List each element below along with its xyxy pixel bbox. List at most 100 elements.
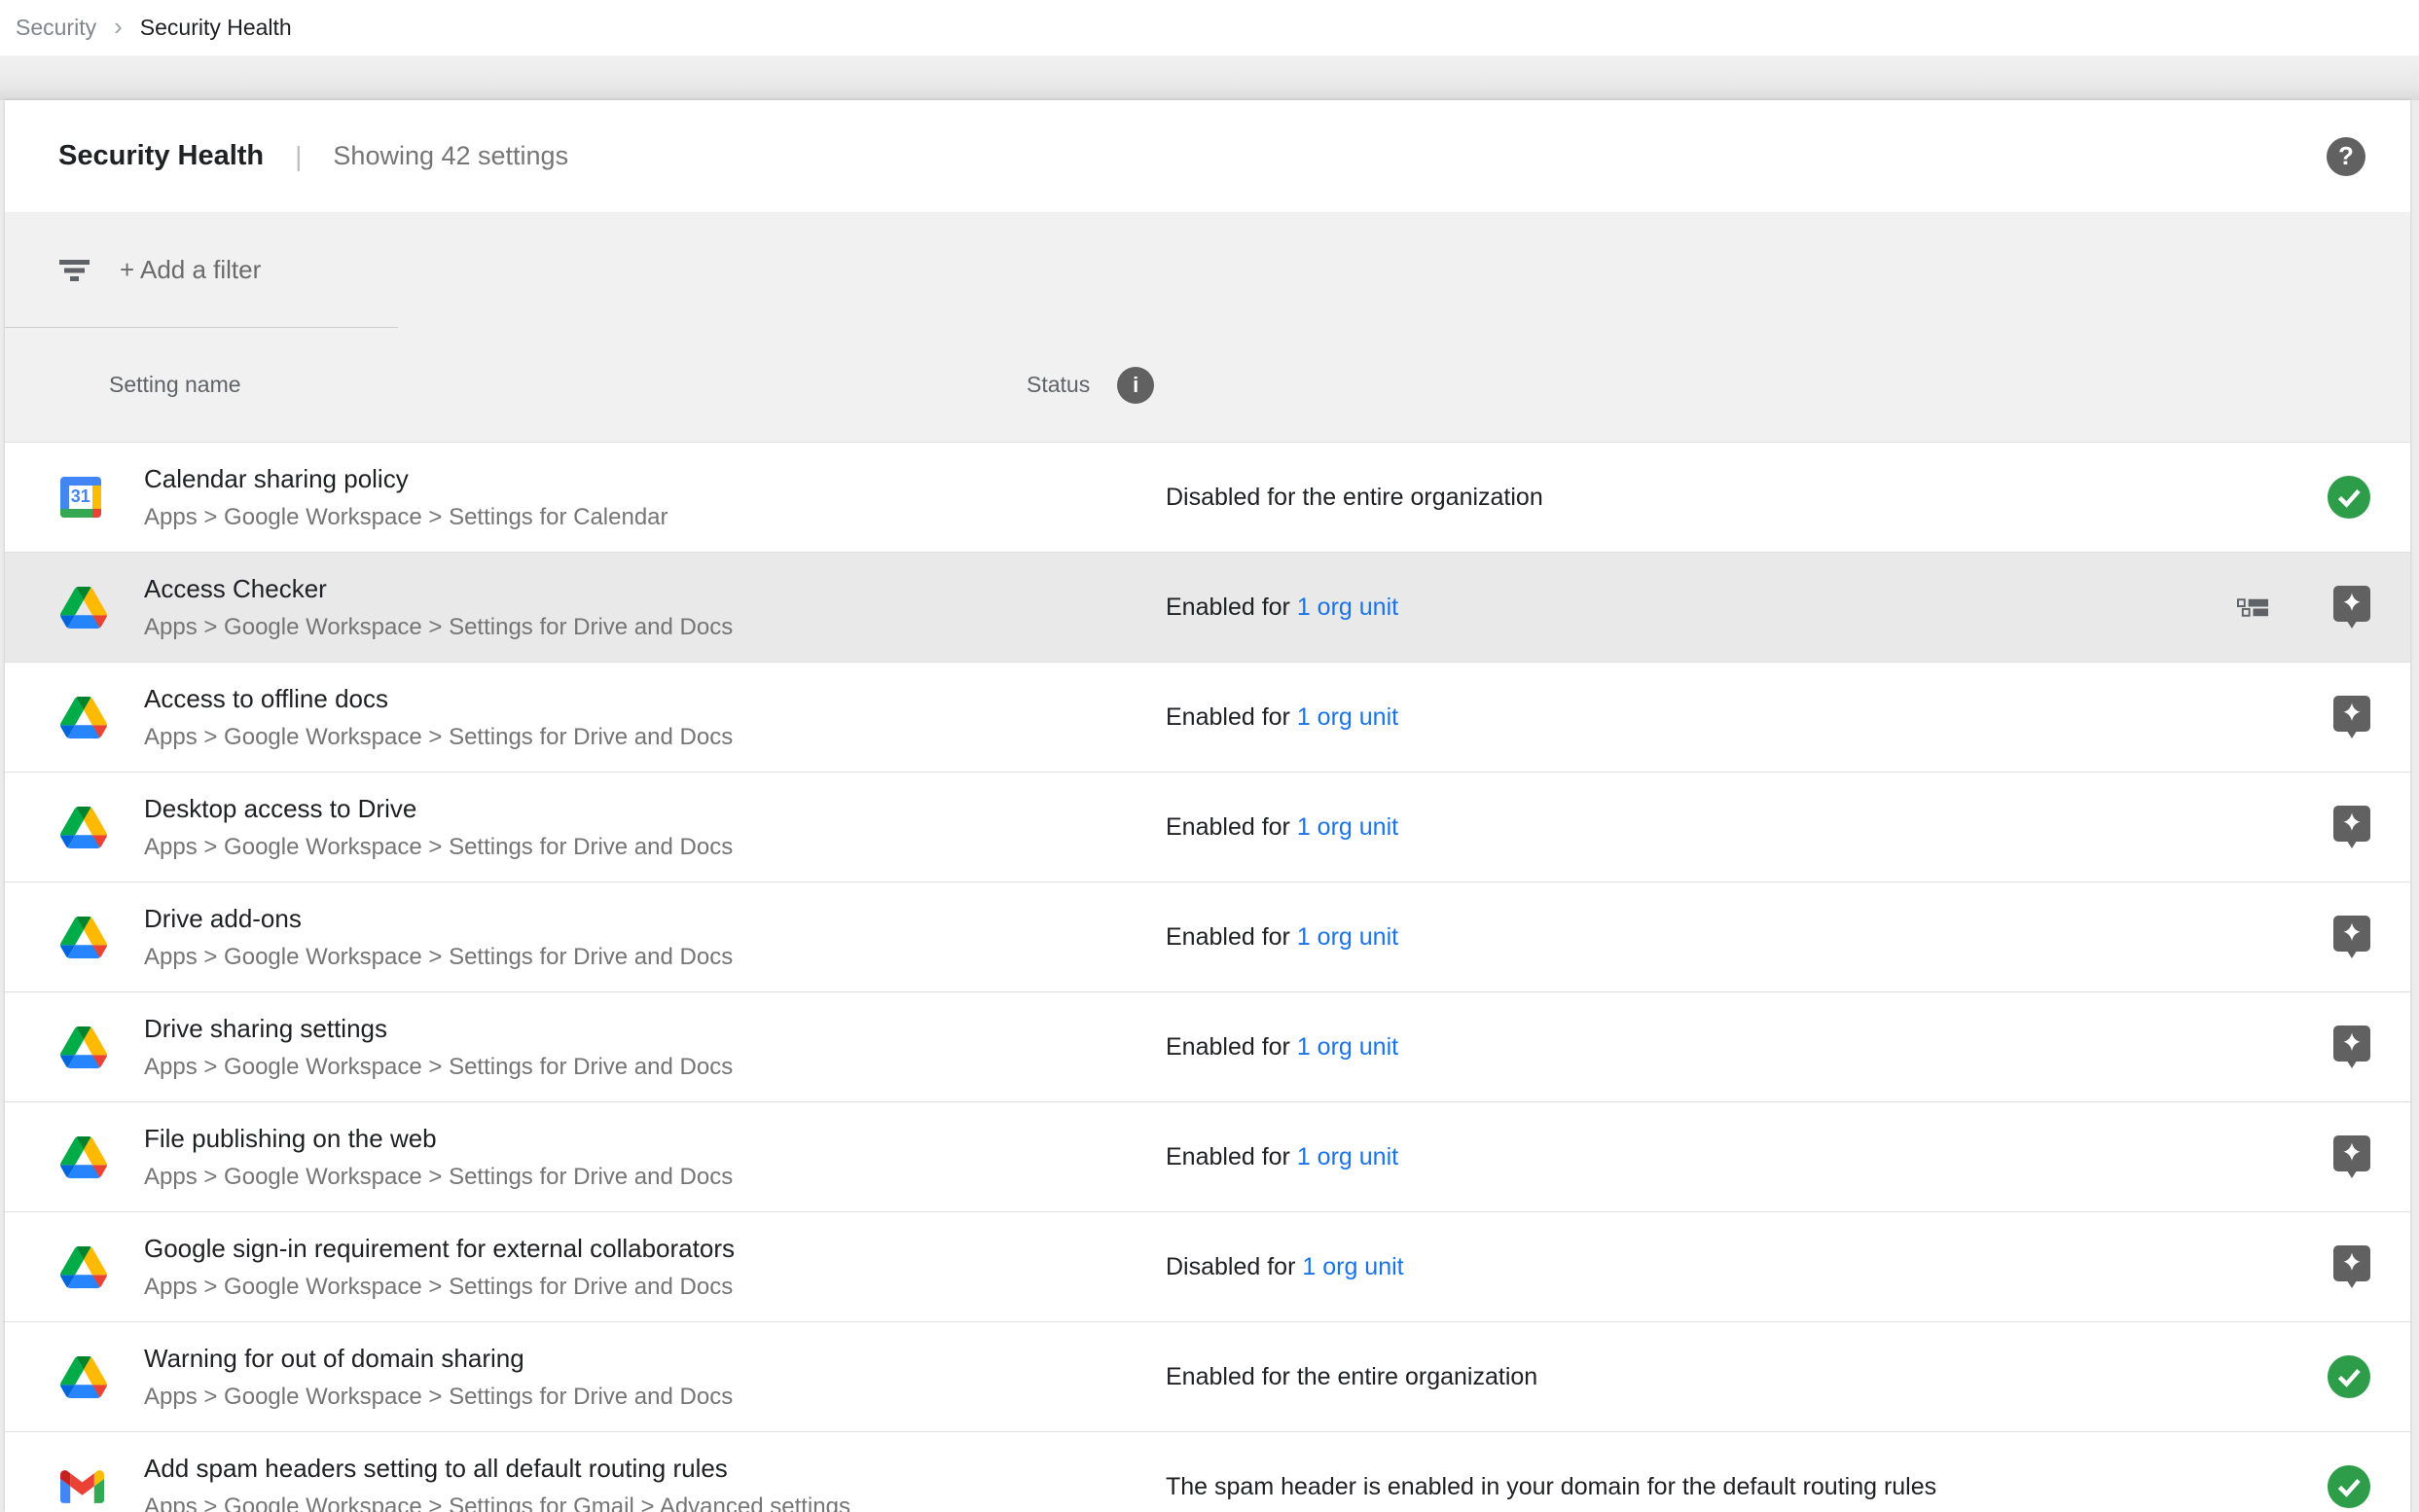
google-drive-icon bbox=[60, 1246, 107, 1288]
table-header: Setting name Status i bbox=[5, 328, 2410, 443]
setting-app-icon-cell: 31 bbox=[5, 587, 144, 629]
status-text: Enabled for the entire organization bbox=[1166, 1363, 1537, 1390]
org-unit-link[interactable]: 1 org unit bbox=[1297, 813, 1398, 841]
setting-name-cell: File publishing on the web Apps > Google… bbox=[144, 1122, 1166, 1193]
setting-status: Enabled for 1 org unit bbox=[1166, 813, 2333, 842]
setting-actions-cell bbox=[2237, 586, 2410, 630]
security-health-page: Security › Security Health Security Heal… bbox=[0, 0, 2419, 1512]
google-drive-icon bbox=[60, 1136, 107, 1178]
setting-row[interactable]: 31 Access to offline docs Apps > Google … bbox=[5, 663, 2410, 773]
setting-name: Drive add-ons bbox=[144, 902, 1166, 935]
setting-status: Enabled for 1 org unit bbox=[1166, 703, 2333, 732]
setting-path: Apps > Google Workspace > Settings for D… bbox=[144, 1272, 1166, 1303]
recommendation-badge-icon[interactable] bbox=[2333, 916, 2370, 959]
org-unit-link[interactable]: 1 org unit bbox=[1297, 703, 1398, 731]
org-unit-link[interactable]: 1 org unit bbox=[1297, 1033, 1398, 1061]
org-unit-link[interactable]: 1 org unit bbox=[1297, 594, 1398, 621]
setting-name: Drive sharing settings bbox=[144, 1012, 1166, 1045]
setting-app-icon-cell: 31 bbox=[5, 1356, 144, 1398]
status-text: Disabled for bbox=[1166, 1253, 1302, 1280]
status-ok-check-icon bbox=[2328, 1465, 2370, 1508]
setting-row[interactable]: 31 Warning for out of domain sharing App… bbox=[5, 1322, 2410, 1432]
setting-app-icon-cell: 31 bbox=[5, 1246, 144, 1288]
setting-row[interactable]: 31 Drive add-ons Apps > Google Workspace… bbox=[5, 882, 2410, 992]
recommendation-badge-icon[interactable] bbox=[2333, 1245, 2370, 1289]
setting-status: Enabled for 1 org unit bbox=[1166, 594, 2237, 622]
setting-name-cell: Desktop access to Drive Apps > Google Wo… bbox=[144, 792, 1166, 863]
calendar-icon-part bbox=[92, 486, 101, 509]
google-drive-icon bbox=[60, 697, 107, 738]
setting-actions-cell bbox=[2333, 916, 2410, 959]
setting-app-icon-cell: 31 bbox=[5, 1470, 144, 1503]
column-header-status: Status i bbox=[1027, 367, 1154, 404]
status-text: Enabled for bbox=[1166, 594, 1297, 621]
setting-path: Apps > Google Workspace > Settings for D… bbox=[144, 942, 1166, 973]
page-title: Security Health bbox=[58, 140, 264, 172]
setting-row[interactable]: 31 Drive sharing settings Apps > Google … bbox=[5, 992, 2410, 1102]
filter-bar: + Add a filter bbox=[5, 212, 2410, 328]
org-unit-link[interactable]: 1 org unit bbox=[1297, 923, 1398, 951]
setting-actions-cell bbox=[2328, 476, 2410, 519]
setting-name-cell: Access to offline docs Apps > Google Wor… bbox=[144, 682, 1166, 753]
recommendation-badge-icon[interactable] bbox=[2333, 696, 2370, 739]
setting-status: Enabled for the entire organization bbox=[1166, 1363, 2328, 1391]
breadcrumb-chevron-icon: › bbox=[114, 14, 123, 43]
setting-name-cell: Calendar sharing policy Apps > Google Wo… bbox=[144, 462, 1166, 533]
setting-path: Apps > Google Workspace > Settings for D… bbox=[144, 832, 1166, 863]
google-drive-icon bbox=[60, 1026, 107, 1068]
setting-row[interactable]: 31 File publishing on the web Apps > Goo… bbox=[5, 1102, 2410, 1212]
card-header: Security Health | Showing 42 settings ? bbox=[5, 100, 2410, 212]
status-ok-check-icon bbox=[2328, 476, 2370, 519]
page-background-strip bbox=[0, 55, 2419, 100]
recommendation-badge-icon[interactable] bbox=[2333, 586, 2370, 630]
recommendation-badge-icon[interactable] bbox=[2333, 1135, 2370, 1179]
setting-name-cell: Drive sharing settings Apps > Google Wor… bbox=[144, 1012, 1166, 1083]
title-separator: | bbox=[295, 141, 302, 172]
help-glyph: ? bbox=[2338, 141, 2354, 171]
setting-actions-cell bbox=[2333, 1245, 2410, 1289]
status-text: The spam header is enabled in your domai… bbox=[1166, 1473, 1936, 1500]
setting-row[interactable]: 31 Desktop access to Drive Apps > Google… bbox=[5, 773, 2410, 882]
setting-row[interactable]: 31 Calendar sharing policy Apps > Google… bbox=[5, 443, 2410, 553]
recommendation-badge-icon[interactable] bbox=[2333, 806, 2370, 849]
filter-icon bbox=[59, 260, 90, 281]
add-filter-button[interactable]: + Add a filter bbox=[120, 255, 261, 285]
setting-name-cell: Google sign-in requirement for external … bbox=[144, 1232, 1166, 1303]
setting-name: Add spam headers setting to all default … bbox=[144, 1452, 1166, 1485]
setting-path: Apps > Google Workspace > Settings for D… bbox=[144, 1382, 1166, 1413]
google-drive-icon bbox=[60, 1356, 107, 1398]
setting-path: Apps > Google Workspace > Settings for D… bbox=[144, 612, 1166, 643]
setting-name: Desktop access to Drive bbox=[144, 792, 1166, 825]
filter-divider bbox=[5, 327, 398, 328]
setting-row[interactable]: 31 Access Checker Apps > Google Workspac… bbox=[5, 553, 2410, 663]
column-header-setting-name: Setting name bbox=[5, 372, 1027, 398]
setting-path: Apps > Google Workspace > Settings for D… bbox=[144, 1052, 1166, 1083]
setting-app-icon-cell: 31 bbox=[5, 477, 144, 518]
breadcrumb: Security › Security Health bbox=[0, 0, 2419, 55]
setting-name: Google sign-in requirement for external … bbox=[144, 1232, 1166, 1265]
org-unit-link[interactable]: 1 org unit bbox=[1297, 1143, 1398, 1170]
recommendation-badge-icon[interactable] bbox=[2333, 1026, 2370, 1069]
setting-name: Calendar sharing policy bbox=[144, 462, 1166, 495]
info-icon[interactable]: i bbox=[1117, 367, 1154, 404]
org-units-list-icon[interactable] bbox=[2237, 598, 2269, 617]
setting-status: Enabled for 1 org unit bbox=[1166, 1143, 2333, 1171]
setting-actions-cell bbox=[2333, 806, 2410, 849]
setting-name: Access Checker bbox=[144, 572, 1166, 605]
calendar-icon-day: 31 bbox=[69, 486, 92, 509]
setting-row[interactable]: 31 Add spam headers setting to all defau… bbox=[5, 1432, 2410, 1512]
status-text: Enabled for bbox=[1166, 923, 1297, 951]
setting-name: Warning for out of domain sharing bbox=[144, 1342, 1166, 1375]
breadcrumb-security-link[interactable]: Security bbox=[16, 15, 96, 41]
status-text: Enabled for bbox=[1166, 703, 1297, 731]
setting-row[interactable]: 31 Google sign-in requirement for extern… bbox=[5, 1212, 2410, 1322]
setting-app-icon-cell: 31 bbox=[5, 1026, 144, 1068]
setting-status: Disabled for the entire organization bbox=[1166, 484, 2328, 512]
org-unit-link[interactable]: 1 org unit bbox=[1302, 1253, 1403, 1280]
setting-app-icon-cell: 31 bbox=[5, 697, 144, 738]
breadcrumb-current-page: Security Health bbox=[140, 15, 292, 41]
status-text: Disabled for the entire organization bbox=[1166, 484, 1543, 511]
status-ok-check-icon bbox=[2328, 1355, 2370, 1398]
settings-count-label: Showing 42 settings bbox=[333, 141, 568, 171]
help-icon[interactable]: ? bbox=[2327, 137, 2365, 176]
